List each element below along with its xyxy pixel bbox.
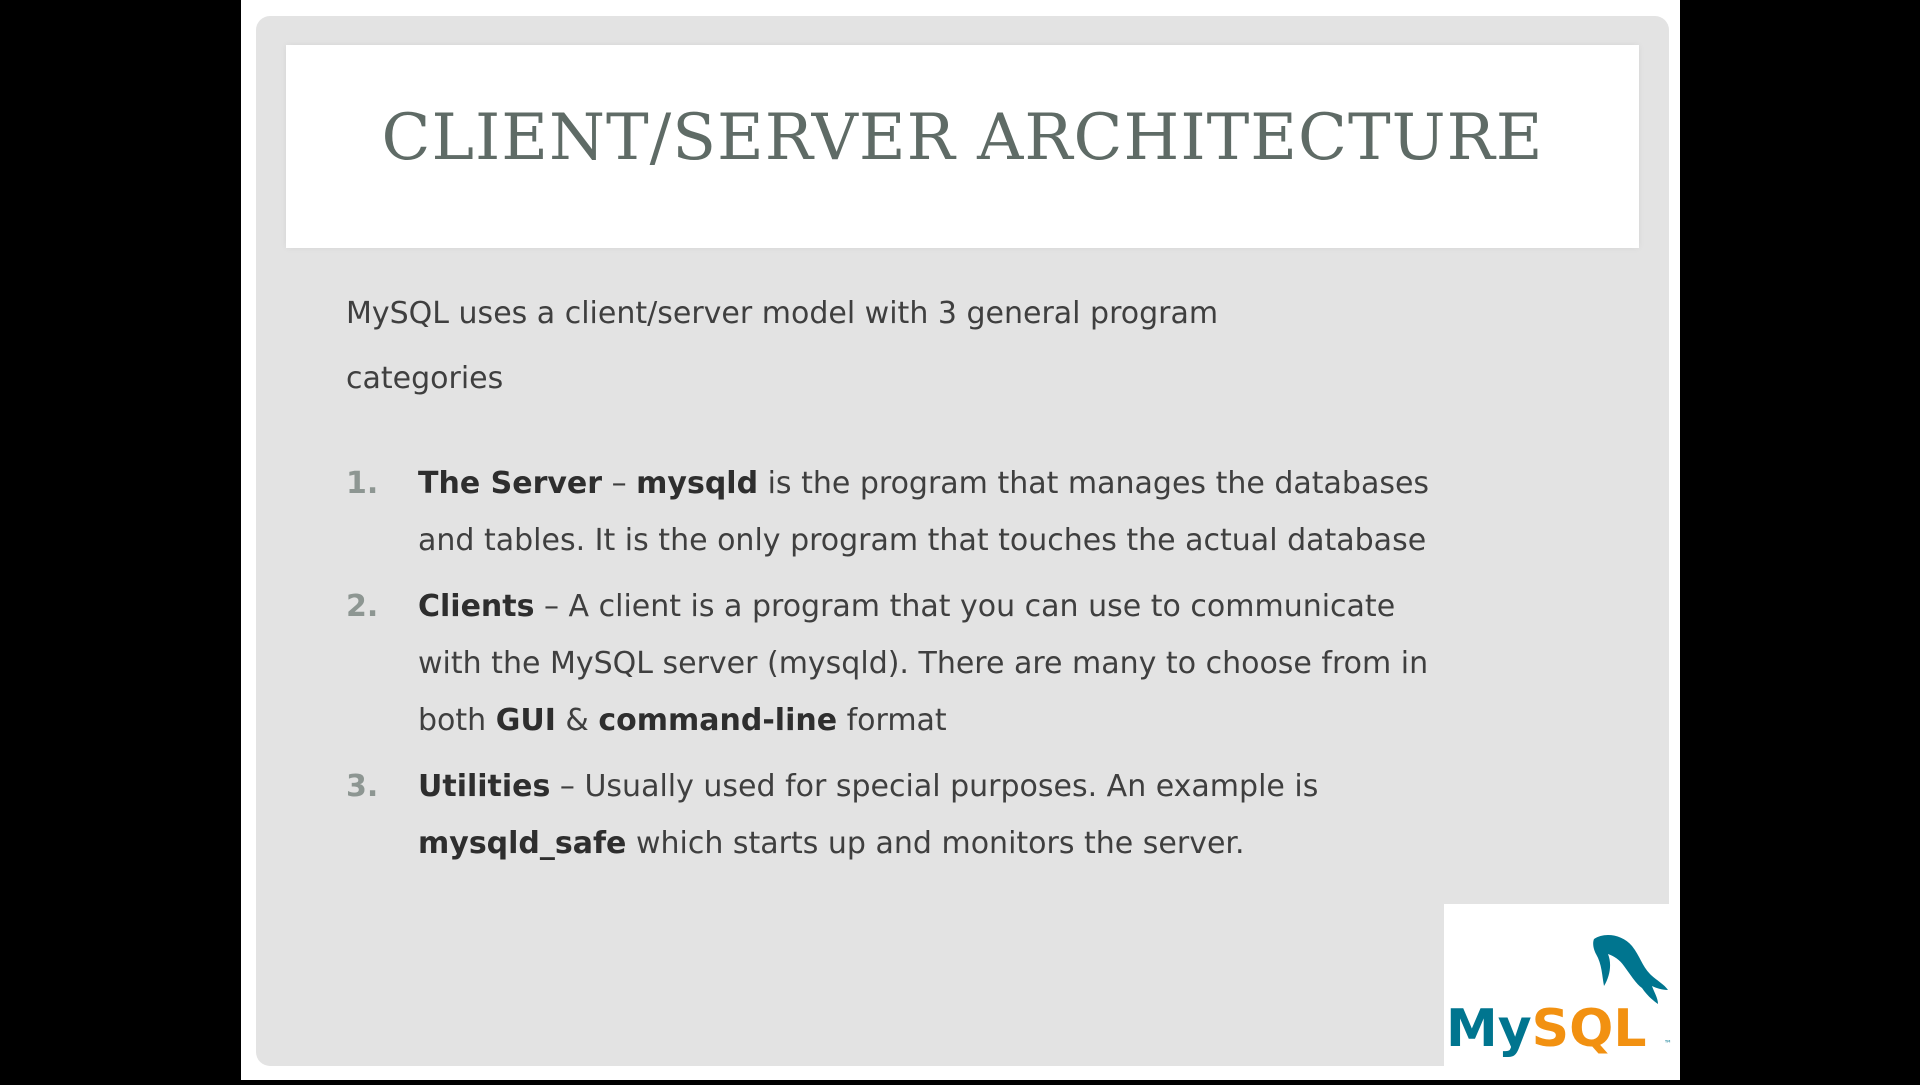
term-clients: Clients: [418, 589, 535, 624]
dash: –: [602, 466, 637, 501]
mysql-logo: MySQL ™: [1444, 904, 1680, 1080]
term-gui: GUI: [495, 703, 556, 738]
term-command-line: command-line: [598, 703, 838, 738]
term-mysqld-safe: mysqld_safe: [418, 826, 627, 861]
title-box: CLIENT/SERVER ARCHITECTURE: [286, 45, 1639, 248]
term-utilities: Utilities: [418, 769, 551, 804]
dolphin-icon: [1593, 934, 1668, 1004]
list-item-utilities: 3. Utilities – Usually used for special …: [346, 758, 1448, 872]
term-server: The Server: [418, 466, 603, 501]
utilities-description: – Usually used for special purposes. An …: [550, 769, 1319, 804]
svg-text:MySQL: MySQL: [1446, 999, 1646, 1059]
logo-my: My: [1446, 999, 1532, 1059]
list-item-clients: 2. Clients – A client is a program that …: [346, 578, 1448, 749]
list-item-server: 1. The Server – mysqld is the program th…: [346, 455, 1448, 569]
trademark-mark: ™: [1664, 1039, 1672, 1048]
term-mysqld: mysqld: [636, 466, 759, 501]
format-text: format: [837, 703, 947, 738]
utilities-description-end: which starts up and monitors the server.: [626, 826, 1245, 861]
slide-title: CLIENT/SERVER ARCHITECTURE: [381, 101, 1544, 175]
slide-content: MySQL uses a client/server model with 3 …: [346, 281, 1486, 881]
mysql-logo-graphic: MySQL ™: [1446, 934, 1672, 1059]
list-number: 2.: [346, 589, 379, 624]
ampersand: &: [555, 703, 599, 738]
logo-sql: SQL: [1532, 999, 1647, 1059]
intro-text: MySQL uses a client/server model with 3 …: [346, 296, 1219, 396]
program-categories-list: 1. The Server – mysqld is the program th…: [346, 455, 1486, 872]
list-number: 3.: [346, 769, 379, 804]
list-number: 1.: [346, 466, 379, 501]
